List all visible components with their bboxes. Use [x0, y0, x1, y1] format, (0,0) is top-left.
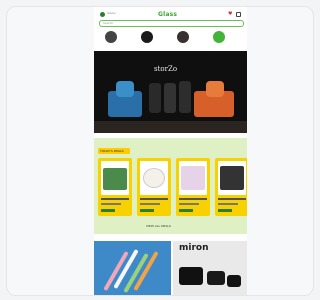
- deal-product-card-3[interactable]: [176, 158, 210, 216]
- site-logo[interactable]: Glass: [158, 11, 177, 18]
- hero-title: storZo: [154, 65, 178, 73]
- product-price-line: [218, 209, 232, 212]
- product-desc-line: [179, 203, 199, 205]
- product-photo: [143, 168, 165, 188]
- product-name-line: [140, 198, 168, 200]
- product-name-line: [218, 198, 246, 200]
- product-desc-line: [101, 203, 121, 205]
- menu-icon[interactable]: [100, 12, 105, 17]
- deal-product-card-2[interactable]: [137, 158, 171, 216]
- product-name-line: [179, 198, 207, 200]
- category-circle-4[interactable]: [213, 31, 225, 43]
- product-price-line: [179, 209, 193, 212]
- product-desc-line: [218, 203, 238, 205]
- preview-card: menu Glass ♥ Search storZo TODAY'S DEALS: [6, 6, 314, 296]
- brand-logo-text: miron: [179, 243, 209, 253]
- search-input[interactable]: Search: [99, 20, 244, 27]
- menu-label: menu: [107, 11, 116, 15]
- top-bar: menu Glass ♥: [94, 11, 247, 19]
- product-price-line: [140, 209, 154, 212]
- product-price-line: [101, 209, 115, 212]
- jar-image: [227, 275, 241, 287]
- hero-banner[interactable]: storZo: [94, 51, 247, 133]
- jar-image: [179, 267, 203, 285]
- product-photo: [220, 166, 244, 190]
- promo-banner-left[interactable]: [94, 241, 171, 295]
- category-circle-1[interactable]: [105, 31, 117, 43]
- product-photo: [181, 166, 205, 190]
- dark-jar-image-1: [149, 83, 161, 113]
- deal-product-card-1[interactable]: [98, 158, 132, 216]
- category-circle-2[interactable]: [141, 31, 153, 43]
- mobile-site-preview: menu Glass ♥ Search storZo TODAY'S DEALS: [94, 7, 247, 295]
- dark-jar-image-3: [179, 81, 191, 113]
- category-row: [94, 31, 247, 49]
- cart-icon[interactable]: [236, 12, 241, 17]
- jar-image: [207, 271, 225, 285]
- category-circle-3[interactable]: [177, 31, 189, 43]
- product-photo: [103, 168, 127, 190]
- orange-jar-lid-image: [206, 81, 224, 97]
- view-all-deals-link[interactable]: VIEW ALL DEALS: [146, 224, 171, 228]
- product-name-line: [101, 198, 129, 200]
- blue-jar-lid-image: [116, 81, 134, 97]
- product-desc-line: [140, 203, 160, 205]
- deal-product-card-4[interactable]: [215, 158, 247, 216]
- hero-floor: [94, 121, 247, 133]
- wishlist-heart-icon[interactable]: ♥: [228, 12, 233, 17]
- promo-banner-right[interactable]: miron: [173, 241, 247, 295]
- dark-jar-image-2: [164, 83, 176, 113]
- deals-badge: TODAY'S DEALS: [98, 148, 130, 154]
- deals-section: TODAY'S DEALS VIEW ALL DEALS: [94, 138, 247, 234]
